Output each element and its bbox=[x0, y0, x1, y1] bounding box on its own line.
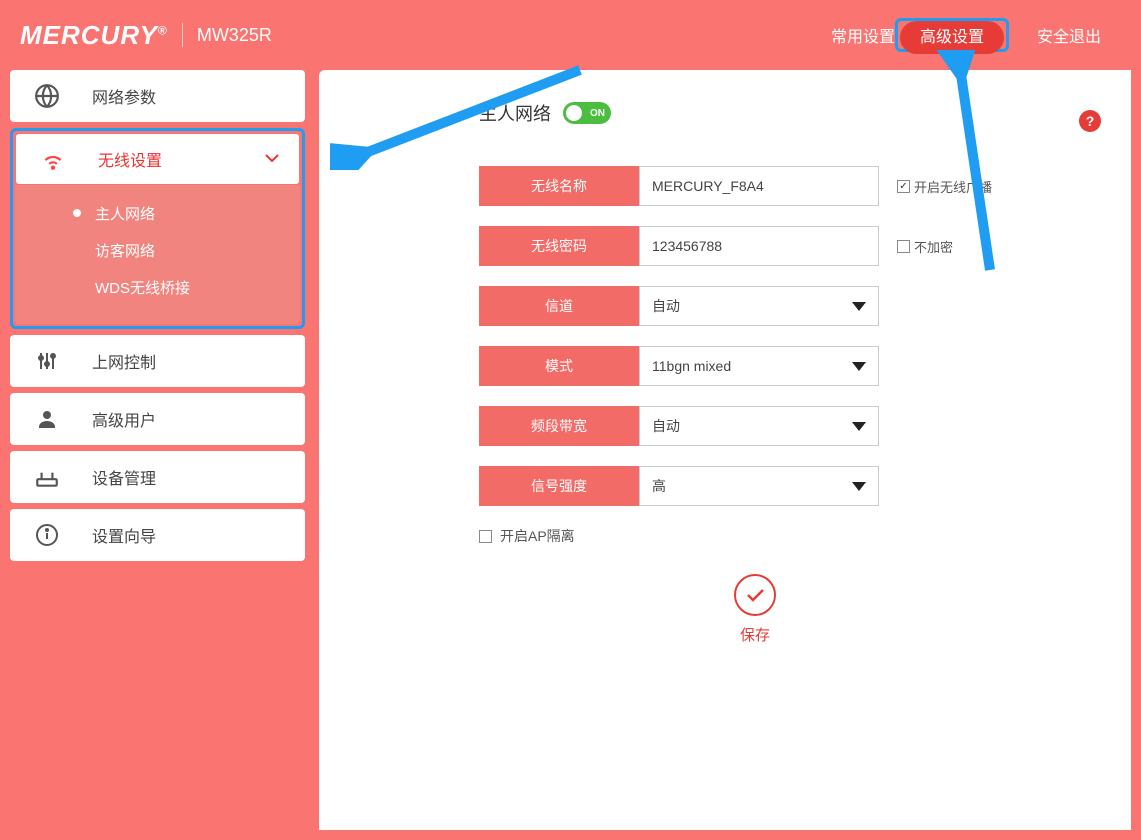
bandwidth-select[interactable]: 自动 bbox=[639, 406, 879, 446]
sidebar-label: 无线设置 bbox=[70, 147, 265, 171]
user-icon bbox=[30, 402, 64, 436]
mode-label: 模式 bbox=[479, 346, 639, 386]
caret-down-icon bbox=[852, 302, 866, 311]
caret-down-icon bbox=[852, 422, 866, 431]
ap-isolation-label: 开启AP隔离 bbox=[500, 526, 575, 546]
ssid-input[interactable] bbox=[652, 178, 866, 194]
ssid-field-wrapper bbox=[639, 166, 879, 206]
ap-isolation-checkbox[interactable] bbox=[479, 530, 492, 543]
sidebar-label: 网络参数 bbox=[64, 84, 285, 108]
sidebar-item-setup-wizard[interactable]: 设置向导 bbox=[10, 509, 305, 561]
ssid-label: 无线名称 bbox=[479, 166, 639, 206]
channel-value: 自动 bbox=[652, 296, 680, 316]
brand-text: MERCURY bbox=[20, 20, 158, 50]
brand-logo: MERCURY® bbox=[20, 20, 168, 51]
nav-advanced-highlight: 高级设置 bbox=[895, 18, 1009, 52]
channel-select[interactable]: 自动 bbox=[639, 286, 879, 326]
pwd-input[interactable] bbox=[652, 238, 866, 254]
sliders-icon bbox=[30, 344, 64, 378]
wireless-form: 无线名称 开启无线广播 无线密码 不加密 bbox=[479, 166, 1131, 506]
bandwidth-label: 频段带宽 bbox=[479, 406, 639, 446]
broadcast-checkbox[interactable] bbox=[897, 180, 910, 193]
header-separator bbox=[182, 23, 183, 47]
model-label: MW325R bbox=[197, 25, 272, 46]
help-icon[interactable]: ? bbox=[1079, 110, 1101, 132]
sidebar: 网络参数 无线设置 主人网络 访客网络 WDS无线桥接 上网控 bbox=[10, 70, 305, 830]
sidebar-wireless-highlight-box: 无线设置 主人网络 访客网络 WDS无线桥接 bbox=[10, 128, 305, 329]
chevron-down-icon bbox=[265, 151, 279, 167]
no-encrypt-checkbox[interactable] bbox=[897, 240, 910, 253]
signal-value: 高 bbox=[652, 476, 666, 496]
mode-select[interactable]: 11bgn mixed bbox=[639, 346, 879, 386]
save-label: 保存 bbox=[379, 624, 1131, 645]
save-section: 保存 bbox=[379, 574, 1131, 645]
pwd-field-wrapper bbox=[639, 226, 879, 266]
info-icon bbox=[30, 518, 64, 552]
sidebar-item-wireless[interactable]: 无线设置 bbox=[15, 133, 300, 185]
sidebar-item-device-mgmt[interactable]: 设备管理 bbox=[10, 451, 305, 503]
channel-label: 信道 bbox=[479, 286, 639, 326]
sidebar-label: 设备管理 bbox=[64, 465, 285, 489]
sidebar-label: 设置向导 bbox=[64, 523, 285, 547]
sidebar-sub-owner-network[interactable]: 主人网络 bbox=[15, 195, 300, 232]
sidebar-label: 高级用户 bbox=[64, 407, 285, 431]
sidebar-item-network[interactable]: 网络参数 bbox=[10, 70, 305, 122]
header-bar: MERCURY® MW325R 常用设置 高级设置 安全退出 bbox=[0, 0, 1141, 70]
broadcast-label: 开启无线广播 bbox=[914, 177, 992, 196]
no-encrypt-label: 不加密 bbox=[914, 237, 953, 256]
wifi-toggle[interactable]: ON bbox=[563, 102, 611, 124]
sidebar-wireless-submenu: 主人网络 访客网络 WDS无线桥接 bbox=[15, 185, 300, 324]
content-panel: ? 主人网络 ON 无线名称 开启无线广播 无线密码 bbox=[319, 70, 1131, 830]
caret-down-icon bbox=[852, 482, 866, 491]
sidebar-label: 上网控制 bbox=[64, 349, 285, 373]
toggle-text: ON bbox=[590, 108, 605, 119]
globe-icon bbox=[30, 79, 64, 113]
sidebar-sub-wds-bridge[interactable]: WDS无线桥接 bbox=[15, 269, 300, 306]
nav-basic-settings[interactable]: 常用设置 bbox=[831, 23, 895, 47]
router-icon bbox=[30, 460, 64, 494]
caret-down-icon bbox=[852, 362, 866, 371]
sidebar-item-advanced-user[interactable]: 高级用户 bbox=[10, 393, 305, 445]
page-title: 主人网络 bbox=[479, 100, 551, 126]
signal-select[interactable]: 高 bbox=[639, 466, 879, 506]
nav-advanced-settings[interactable]: 高级设置 bbox=[900, 21, 1004, 54]
signal-label: 信号强度 bbox=[479, 466, 639, 506]
sidebar-item-access-control[interactable]: 上网控制 bbox=[10, 335, 305, 387]
wifi-icon bbox=[36, 142, 70, 176]
nav-logout[interactable]: 安全退出 bbox=[1037, 23, 1101, 47]
save-button[interactable] bbox=[734, 574, 776, 616]
sidebar-sub-guest-network[interactable]: 访客网络 bbox=[15, 232, 300, 269]
brand-registered: ® bbox=[158, 23, 168, 37]
mode-value: 11bgn mixed bbox=[652, 358, 731, 374]
bandwidth-value: 自动 bbox=[652, 416, 680, 436]
pwd-label: 无线密码 bbox=[479, 226, 639, 266]
